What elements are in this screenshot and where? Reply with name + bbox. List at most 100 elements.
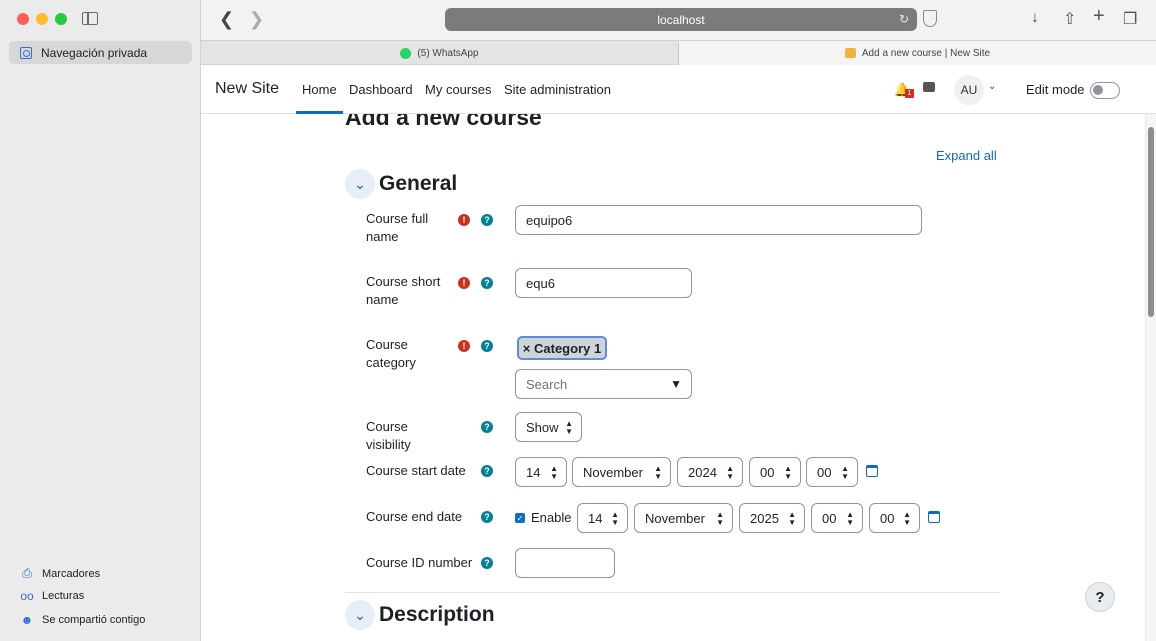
notification-count-badge: 1 [905,89,914,98]
start-month-select[interactable]: November ▲ ▼ [572,457,671,487]
chevron-down-icon[interactable]: ⌄ [988,81,996,92]
updown-icon: ▲ ▼ [611,510,619,527]
back-icon[interactable]: ❮ [219,9,234,30]
help-icon[interactable]: ? [481,511,493,523]
calendar-icon[interactable] [928,511,940,523]
browser-sidebar: Navegación privada ⎙ Marcadores oo Lectu… [0,0,201,641]
nav-home[interactable]: Home [302,82,337,97]
visibility-select[interactable]: Show ▲ ▼ [515,412,582,442]
main-content: Add a new course Expand all ⌄ General Co… [201,104,1145,641]
help-icon[interactable]: ? [481,421,493,433]
category-label: Course category [366,337,416,370]
end-hour-select[interactable]: 00 ▲ ▼ [811,503,863,533]
visibility-value: Show [526,419,559,435]
description-section-title: Description [379,603,495,626]
user-avatar[interactable]: AU [954,75,984,105]
expand-all-link[interactable]: Expand all [936,148,997,163]
forward-icon[interactable]: ❯ [249,9,264,30]
help-button[interactable]: ? [1085,582,1115,612]
nav-site-administration[interactable]: Site administration [504,82,611,97]
tab-whatsapp-label: (5) WhatsApp [417,47,479,59]
private-tab-label: Navegación privada [41,45,148,60]
category-search-input[interactable]: Search ▼ [515,369,692,399]
sidebar-item-bookmarks[interactable]: ⎙ Marcadores [20,566,100,581]
end-minute-value: 00 [880,510,895,526]
chevron-down-icon[interactable]: ⌄ [345,600,375,630]
edit-mode-label: Edit mode [1026,82,1085,97]
help-icon[interactable]: ? [481,214,493,226]
new-tab-icon[interactable]: + [1093,5,1105,28]
chat-icon[interactable] [923,82,935,92]
end-day-value: 14 [588,510,603,526]
share-icon[interactable]: ⇧ [1063,9,1076,29]
end-month-value: November [645,510,705,526]
dropdown-arrow-icon[interactable]: ▼ [670,377,682,391]
start-minute-select[interactable]: 00 ▲ ▼ [806,457,858,487]
tab-bar: (5) WhatsApp Add a new course | New Site [201,40,1156,65]
address-bar[interactable]: localhost ↻ [445,8,917,31]
section-divider [345,592,999,593]
start-day-select[interactable]: 14 ▲ ▼ [515,457,567,487]
short-name-input[interactable]: equ6 [515,268,692,298]
end-day-select[interactable]: 14 ▲ ▼ [577,503,628,533]
end-date-label: Course end date [366,509,463,524]
enable-end-date-checkbox[interactable]: ✓ [515,513,525,523]
site-brand[interactable]: New Site [215,80,279,98]
private-navigation-tab[interactable]: Navegación privada [9,41,192,64]
start-hour-select[interactable]: 00 ▲ ▼ [749,457,801,487]
download-icon[interactable]: ↓ [1031,9,1039,27]
short-name-label: Course short name [366,274,441,307]
end-year-value: 2025 [750,510,779,526]
category-chip[interactable]: × Category 1 [517,336,607,360]
nav-dashboard[interactable]: Dashboard [349,82,413,97]
end-month-select[interactable]: November ▲ ▼ [634,503,733,533]
updown-icon: ▲ ▼ [654,464,662,481]
help-icon[interactable]: ? [481,340,493,352]
full-name-label: Course full name [366,211,429,244]
page-scrollbar[interactable] [1145,114,1156,641]
sidebar-item-shared-with-you[interactable]: ☻ Se compartió contigo [20,613,146,627]
sidebar-toggle-icon[interactable] [82,12,98,25]
help-icon[interactable]: ? [481,557,493,569]
tab-add-course[interactable]: Add a new course | New Site [679,41,1156,65]
updown-icon: ▲ ▼ [788,510,796,527]
full-name-input[interactable]: equipo6 [515,205,922,235]
tab-overview-icon[interactable]: ❐ [1123,9,1137,29]
id-number-input[interactable] [515,548,615,578]
chevron-down-icon[interactable]: ⌄ [345,169,375,199]
end-minute-select[interactable]: 00 ▲ ▼ [869,503,920,533]
description-section-header[interactable]: ⌄ Description [345,600,495,630]
enable-end-date-label: Enable [531,510,572,525]
start-day-value: 14 [526,464,541,480]
help-icon[interactable]: ? [481,465,493,477]
whatsapp-icon [400,47,412,59]
start-year-value: 2024 [688,464,717,480]
edit-mode-toggle[interactable] [1090,82,1120,99]
category-search-placeholder: Search [526,376,568,392]
web-page: New Site Home Dashboard My courses Site … [201,65,1156,641]
zoom-window-button[interactable] [55,13,67,25]
updown-icon: ▲ ▼ [846,510,854,527]
general-section-title: General [379,172,458,195]
address-text: localhost [657,12,705,27]
tab-whatsapp[interactable]: (5) WhatsApp [201,41,678,65]
reload-icon[interactable]: ↻ [899,12,909,26]
calendar-icon[interactable] [866,465,878,477]
privacy-shield-icon[interactable] [923,10,937,27]
general-section-header[interactable]: ⌄ General [345,169,457,199]
end-year-select[interactable]: 2025 ▲ ▼ [739,503,805,533]
sidebar-item-reading-list[interactable]: oo Lecturas [20,589,84,603]
updown-icon: ▲ ▼ [565,419,573,436]
nav-my-courses[interactable]: My courses [425,82,491,97]
scrollbar-thumb[interactable] [1148,127,1154,317]
close-window-button[interactable] [17,13,29,25]
updown-icon: ▲ ▼ [550,464,558,481]
help-icon[interactable]: ? [481,277,493,289]
start-date-label: Course start date [366,463,466,478]
start-year-select[interactable]: 2024 ▲ ▼ [677,457,743,487]
updown-icon: ▲ ▼ [716,510,724,527]
required-icon: ! [458,277,470,289]
updown-icon: ▲ ▼ [726,464,734,481]
browser-toolbar: ❮ ❯ localhost ↻ ↓ ⇧ + ❐ [201,0,1156,40]
minimize-window-button[interactable] [36,13,48,25]
